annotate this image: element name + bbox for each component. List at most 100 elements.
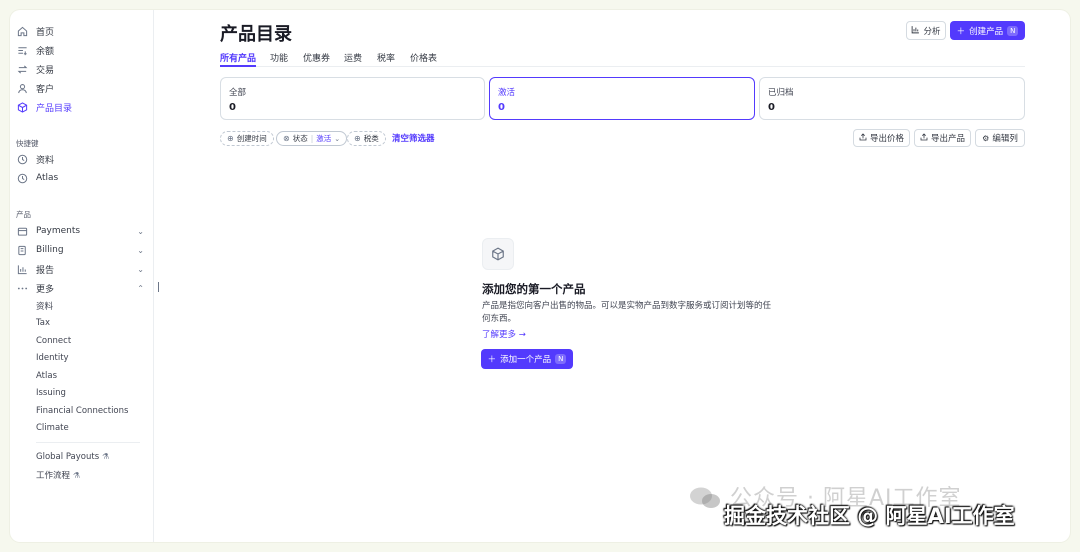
tab-all-products[interactable]: 所有产品 — [220, 51, 256, 64]
product-tabs: 所有产品 功能 优惠券 运费 税率 价格表 — [220, 48, 1025, 67]
more-item-tax[interactable]: Tax — [36, 318, 50, 328]
export-prices-label: 导出价格 — [869, 134, 904, 144]
more-item-connect[interactable]: Connect — [36, 336, 71, 346]
more-item-global-payouts[interactable]: Global Payouts ⚗ — [36, 452, 109, 462]
tab-coupons[interactable]: 优惠券 — [303, 51, 330, 64]
sidebar-item-balance[interactable]: 余额 — [16, 41, 144, 59]
shortcut-item-profile[interactable]: 资料 — [16, 150, 144, 168]
create-product-button[interactable]: ＋ 创建产品 N — [950, 21, 1025, 40]
shortcut-item-atlas[interactable]: Atlas — [16, 169, 144, 187]
sidebar-item-reports[interactable]: 报告 ⌄ — [16, 260, 144, 278]
active-tab-indicator — [220, 65, 256, 67]
filter-separator: | — [310, 134, 314, 143]
empty-state-title: 添加您的第一个产品 — [482, 282, 586, 296]
status-card-count: 0 — [768, 102, 775, 113]
add-filter-icon: ⊕ — [354, 134, 361, 143]
filter-label: 税类 — [363, 134, 379, 143]
sidebar-item-home[interactable]: 首页 — [16, 22, 144, 40]
tab-tax-rates[interactable]: 税率 — [377, 51, 395, 64]
product-box-icon — [16, 101, 28, 113]
sidebar-item-label: 报告 — [36, 265, 55, 276]
sidebar-item-payments[interactable]: Payments ⌄ — [16, 222, 144, 240]
more-item-profile[interactable]: 资料 — [36, 300, 53, 312]
home-icon — [16, 25, 28, 37]
plus-icon: ＋ — [487, 355, 497, 365]
sidebar-item-label: 余额 — [36, 46, 55, 57]
text-cursor — [158, 282, 159, 292]
sidebar-item-transactions[interactable]: 交易 — [16, 60, 144, 78]
filter-label: 创建时间 — [236, 134, 267, 143]
export-products-label: 导出产品 — [930, 134, 965, 144]
more-item-identity[interactable]: Identity — [36, 353, 69, 363]
add-product-button[interactable]: ＋ 添加一个产品 N — [481, 349, 573, 369]
chevron-down-icon: ⌄ — [137, 264, 144, 274]
analysis-button[interactable]: 分析 — [906, 21, 946, 40]
chevron-down-icon: ⌄ — [137, 245, 144, 255]
shortcut-label: Atlas — [36, 173, 59, 183]
learn-more-link[interactable]: 了解更多 → — [482, 328, 526, 340]
empty-state-description: 产品是指您向客户出售的物品。可以是实物产品到数字服务或订阅计划等的任何东西。 — [482, 301, 772, 324]
page-title: 产品目录 — [220, 24, 292, 45]
gear-icon: ⚙ — [982, 133, 990, 143]
sidebar-item-customers[interactable]: 客户 — [16, 79, 144, 97]
tab-pricing-tables[interactable]: 价格表 — [410, 51, 437, 64]
transactions-icon — [16, 63, 28, 75]
more-item-atlas[interactable]: Atlas — [36, 371, 57, 381]
flask-icon: ⚗ — [102, 452, 110, 461]
sub-item-label: 工作流程 — [36, 471, 71, 481]
status-card-active[interactable]: 激活 0 — [489, 77, 755, 120]
more-item-issuing[interactable]: Issuing — [36, 388, 66, 398]
export-products-button[interactable]: 导出产品 — [914, 129, 971, 147]
shortcut-label: 资料 — [36, 155, 55, 166]
edit-columns-button[interactable]: ⚙ 编辑列 — [975, 129, 1025, 147]
clock-icon — [16, 172, 28, 184]
wechat-logo-icon — [688, 486, 722, 510]
status-card-label: 全部 — [229, 88, 247, 98]
sidebar: 首页 余额 交易 客户 产品目录 快捷键 资料 Atlas 产品 Payment… — [10, 10, 154, 542]
chevron-down-icon: ⌄ — [137, 226, 144, 236]
payments-icon — [16, 225, 28, 237]
status-card-archived[interactable]: 已归档 0 — [759, 77, 1025, 120]
sidebar-item-label: Payments — [36, 226, 81, 236]
edit-columns-label: 编辑列 — [992, 134, 1018, 144]
sidebar-item-more[interactable]: 更多 ⌃ — [16, 279, 144, 297]
status-card-label: 激活 — [498, 88, 516, 98]
export-icon — [920, 132, 928, 144]
balance-icon — [16, 44, 28, 56]
products-section-title: 产品 — [16, 210, 31, 219]
customer-icon — [16, 82, 28, 94]
more-item-financial-connections[interactable]: Financial Connections — [36, 406, 128, 416]
analysis-label: 分析 — [923, 26, 941, 37]
report-icon — [16, 263, 28, 275]
sidebar-item-product-catalog[interactable]: 产品目录 — [16, 98, 144, 116]
filter-label: 状态 — [292, 134, 308, 143]
clear-filters-link[interactable]: 清空筛选器 — [392, 132, 435, 144]
chart-icon — [911, 25, 920, 37]
tab-features[interactable]: 功能 — [270, 51, 288, 64]
add-product-label: 添加一个产品 — [500, 355, 552, 365]
empty-state-box-icon — [482, 238, 514, 270]
status-card-all[interactable]: 全部 0 — [220, 77, 485, 120]
sidebar-item-label: 首页 — [36, 27, 55, 38]
sidebar-item-billing[interactable]: Billing ⌄ — [16, 241, 144, 259]
status-card-label: 已归档 — [768, 88, 794, 98]
filter-status-chip[interactable]: ⊗ 状态 | 激活 ⌄ — [276, 131, 348, 146]
filter-tax-chip[interactable]: ⊕ 税类 — [347, 131, 386, 146]
shortcut-badge: N — [555, 354, 567, 364]
sub-item-label: Global Payouts — [36, 452, 100, 462]
more-item-climate[interactable]: Climate — [36, 423, 69, 433]
add-filter-icon: ⊕ — [227, 134, 234, 143]
export-icon — [859, 132, 867, 144]
tab-shipping[interactable]: 运费 — [344, 51, 362, 64]
status-card-count: 0 — [229, 102, 236, 113]
more-item-workflows[interactable]: 工作流程 ⚗ — [36, 469, 80, 481]
sidebar-item-label: 交易 — [36, 65, 55, 76]
sidebar-divider — [36, 442, 140, 443]
chevron-down-icon: ⌄ — [334, 134, 341, 143]
chevron-up-icon: ⌃ — [137, 283, 144, 293]
sidebar-item-label: 更多 — [36, 284, 55, 295]
clock-icon — [16, 153, 28, 165]
export-prices-button[interactable]: 导出价格 — [853, 129, 910, 147]
filter-created-chip[interactable]: ⊕ 创建时间 — [220, 131, 274, 146]
status-card-count: 0 — [498, 102, 505, 113]
